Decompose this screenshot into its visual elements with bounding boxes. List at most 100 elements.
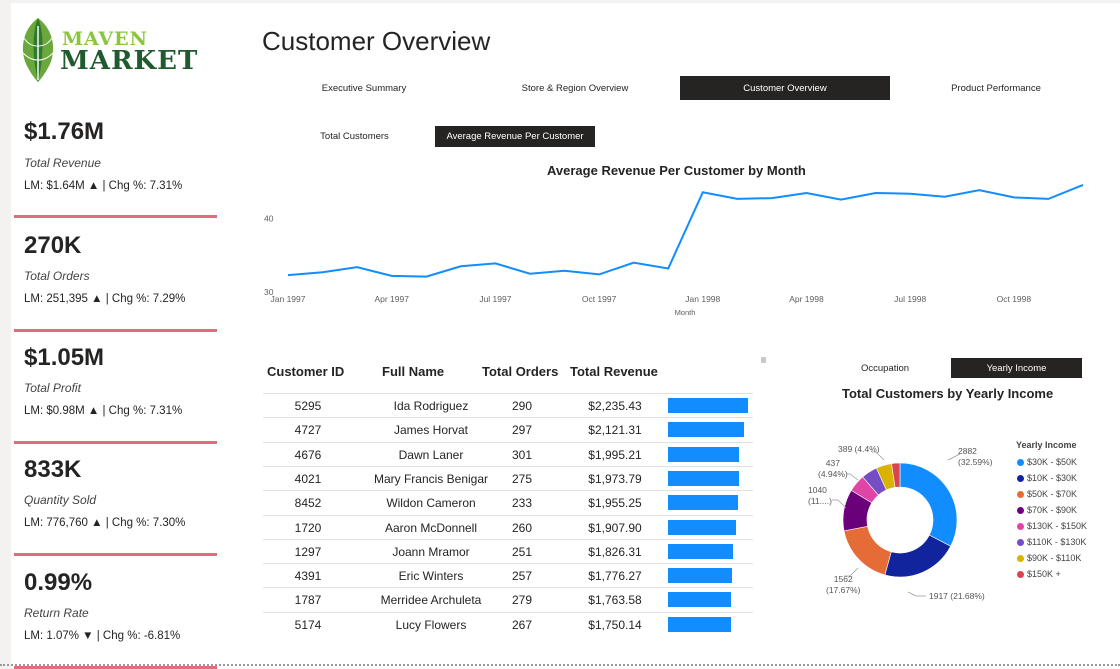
kpi-card-total-orders: 270K Total Orders LM: 251,395 ▲ | Chg %:… [14, 232, 217, 332]
legend-swatch [1017, 459, 1024, 466]
kpi-value: 270K [24, 232, 82, 259]
legend-swatch [1017, 555, 1024, 562]
cell-customer-id: 8452 [294, 496, 322, 511]
revenue-data-bar [668, 519, 737, 535]
line-data-point[interactable] [769, 195, 775, 201]
line-data-point[interactable] [873, 190, 879, 196]
column-header-customer-id[interactable]: Customer ID [267, 364, 344, 379]
donut-slice[interactable] [899, 462, 958, 547]
line-data-point[interactable] [354, 264, 360, 270]
line-data-point[interactable] [389, 273, 395, 279]
page-title: Customer Overview [262, 26, 491, 56]
revenue-data-bar [668, 398, 748, 413]
legend-item[interactable]: $130K - $150K [1016, 518, 1116, 534]
toggle-average-revenue-per-customer[interactable]: Average Revenue Per Customer [435, 126, 595, 147]
cell-customer-id: 5174 [294, 617, 322, 632]
revenue-data-bar [668, 568, 732, 584]
revenue-data-bar [668, 616, 731, 632]
cell-customer-id: 1787 [294, 593, 322, 608]
line-chart-average-revenue: 3040Jan 1997 Apr 1997 Jul 1997 Oct 1997 Jan … [264, 182, 1086, 317]
revenue-data-bar [668, 470, 739, 486]
legend-label: $130K - $150K [1027, 521, 1088, 531]
line-data-point[interactable] [423, 274, 429, 280]
donut-slice[interactable] [843, 525, 892, 576]
top-border [0, 0, 1120, 3]
tab-store-region-overview[interactable]: Store & Region Overview [470, 76, 680, 100]
legend-item[interactable]: $110K - $130K [1016, 534, 1116, 550]
line-data-point[interactable] [527, 271, 533, 277]
donut-label-30k-50k: 2882 (32.59%) [958, 446, 993, 467]
line-data-point[interactable] [320, 269, 326, 275]
legend-item[interactable]: $70K - $90K [1016, 502, 1116, 518]
cell-total-revenue: $1,955.25 [588, 496, 642, 511]
tab-executive-summary[interactable]: Executive Summary [259, 76, 469, 100]
table-row[interactable]: 4727 James Horvat 297 $2,121.31 [263, 417, 753, 441]
kpi-card-total-revenue: $1.76M Total Revenue LM: $1.64M ▲ | Chg … [14, 118, 217, 218]
cell-total-orders: 279 [511, 593, 533, 608]
table-row[interactable]: 8452 Wildon Cameron 233 $1,955.25 [263, 490, 753, 514]
kpi-card-total-profit: $1.05M Total Profit LM: $0.98M ▲ | Chg %… [14, 344, 217, 444]
line-data-point[interactable] [700, 189, 706, 195]
x-tick-label: Apr 1997 [374, 294, 409, 304]
logo-word-market: MARKET [60, 46, 199, 76]
table-row[interactable]: 4391 Eric Winters 257 $1,776.27 [263, 563, 753, 587]
legend-item[interactable]: $90K - $110K [1016, 550, 1116, 566]
donut-label-50k-70k: 1562 (17.67%) [826, 574, 861, 595]
table-row[interactable]: 5295 Ida Rodriguez 290 $2,235.43 [263, 393, 753, 417]
line-data-point[interactable] [838, 197, 844, 203]
line-series-avg-revenue[interactable] [287, 183, 1084, 278]
table-row[interactable]: 1787 Merridee Archuleta 279 $1,763.58 [263, 587, 753, 611]
legend-item[interactable]: $50K - $70K [1016, 486, 1116, 502]
kpi-comparison: LM: 1.07% ▼ | Chg %: -6.81% [24, 630, 181, 642]
x-tick-label: Jan 1998 [685, 294, 720, 304]
line-data-point[interactable] [285, 272, 291, 278]
line-data-point[interactable] [631, 260, 637, 266]
revenue-data-bar [668, 592, 732, 608]
line-data-point[interactable] [458, 263, 464, 269]
line-data-point[interactable] [596, 271, 602, 277]
line-data-point[interactable] [734, 196, 740, 202]
table-row[interactable]: 1720 Aaron McDonnell 260 $1,907.90 [263, 514, 753, 539]
line-data-point[interactable] [665, 266, 671, 272]
legend-title: Yearly Income [1016, 440, 1077, 450]
column-header-full-name[interactable]: Full Name [382, 364, 444, 379]
legend-item[interactable]: $150K + [1016, 566, 1116, 582]
line-data-point[interactable] [803, 190, 809, 196]
x-tick-label: Jul 1997 [479, 294, 511, 304]
column-header-total-revenue[interactable]: Total Revenue [570, 364, 658, 379]
line-data-point[interactable] [1045, 196, 1051, 202]
table-row[interactable]: 4676 Dawn Laner 301 $1,995.21 [263, 441, 753, 466]
donut-slice[interactable] [884, 534, 952, 578]
toggle-yearly-income[interactable]: Yearly Income [951, 358, 1082, 378]
cell-customer-id: 4727 [294, 423, 322, 438]
table-row[interactable]: 1297 Joann Mramor 251 $1,826.31 [263, 538, 753, 563]
line-data-point[interactable] [907, 191, 913, 197]
kpi-value: $1.05M [24, 344, 105, 371]
tab-customer-overview[interactable]: Customer Overview [680, 76, 890, 100]
kpi-comparison: LM: $0.98M ▲ | Chg %: 7.31% [24, 405, 183, 417]
table-row[interactable]: 5174 Lucy Flowers 267 $1,750.14 [263, 611, 753, 636]
toggle-occupation[interactable]: Occupation [820, 358, 950, 379]
line-data-point[interactable] [942, 194, 948, 200]
tab-product-performance[interactable]: Product Performance [891, 76, 1101, 100]
line-chart-title: Average Revenue Per Customer by Month [547, 163, 806, 178]
table-scrollbar-handle[interactable] [761, 357, 766, 363]
line-data-point[interactable] [492, 260, 498, 266]
legend-swatch [1017, 475, 1024, 482]
cell-total-orders: 257 [511, 569, 533, 584]
line-data-point[interactable] [562, 268, 568, 274]
legend-item[interactable]: $30K - $50K [1016, 454, 1116, 470]
cell-customer-id: 1297 [294, 544, 322, 559]
revenue-data-bar [668, 543, 734, 559]
line-data-point[interactable] [1011, 194, 1017, 200]
legend-label: $90K - $110K [1027, 553, 1082, 563]
column-header-total-orders[interactable]: Total Orders [482, 364, 558, 379]
toggle-total-customers[interactable]: Total Customers [292, 126, 417, 147]
line-data-point[interactable] [976, 187, 982, 193]
donut-label-90k-110k: 389 (4.4%) [838, 444, 880, 454]
legend-item[interactable]: $10K - $30K [1016, 470, 1116, 486]
kpi-card-quantity-sold: 833K Quantity Sold LM: 776,760 ▲ | Chg %… [14, 456, 217, 556]
x-tick-label: Oct 1998 [997, 294, 1032, 304]
table-row[interactable]: 4021 Mary Francis Benigar 275 $1,973.79 [263, 465, 753, 490]
line-data-point[interactable] [1080, 182, 1086, 188]
